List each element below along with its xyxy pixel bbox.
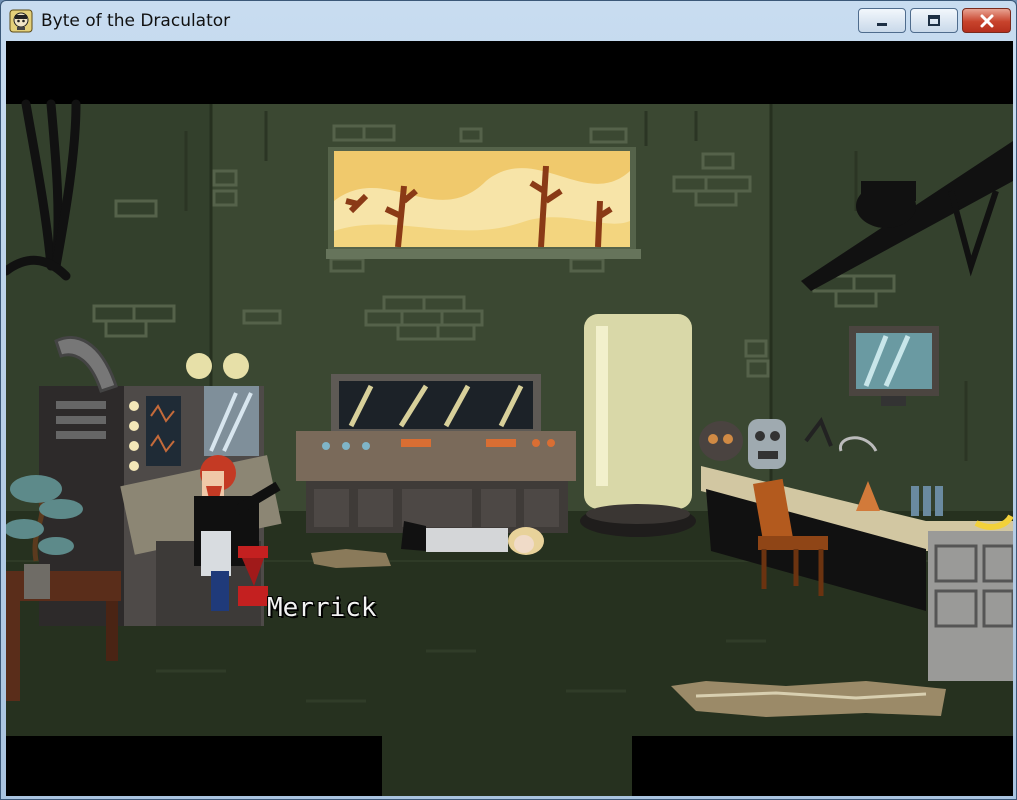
laboratory-scene[interactable] — [6, 41, 1013, 796]
character-speech-label: Merrick — [267, 593, 377, 623]
maximize-icon — [928, 14, 940, 26]
title-bar[interactable]: Byte of the Draculator — [1, 1, 1016, 41]
app-window: Byte of the Draculator Merrick — [0, 0, 1017, 800]
close-icon — [980, 14, 993, 27]
minimize-button[interactable] — [858, 8, 906, 33]
close-button[interactable] — [962, 8, 1011, 33]
window-title: Byte of the Draculator — [41, 11, 231, 31]
app-icon — [9, 9, 33, 33]
maximize-button[interactable] — [910, 8, 958, 33]
minimize-icon — [877, 22, 887, 26]
game-viewport[interactable]: Merrick — [6, 41, 1013, 796]
